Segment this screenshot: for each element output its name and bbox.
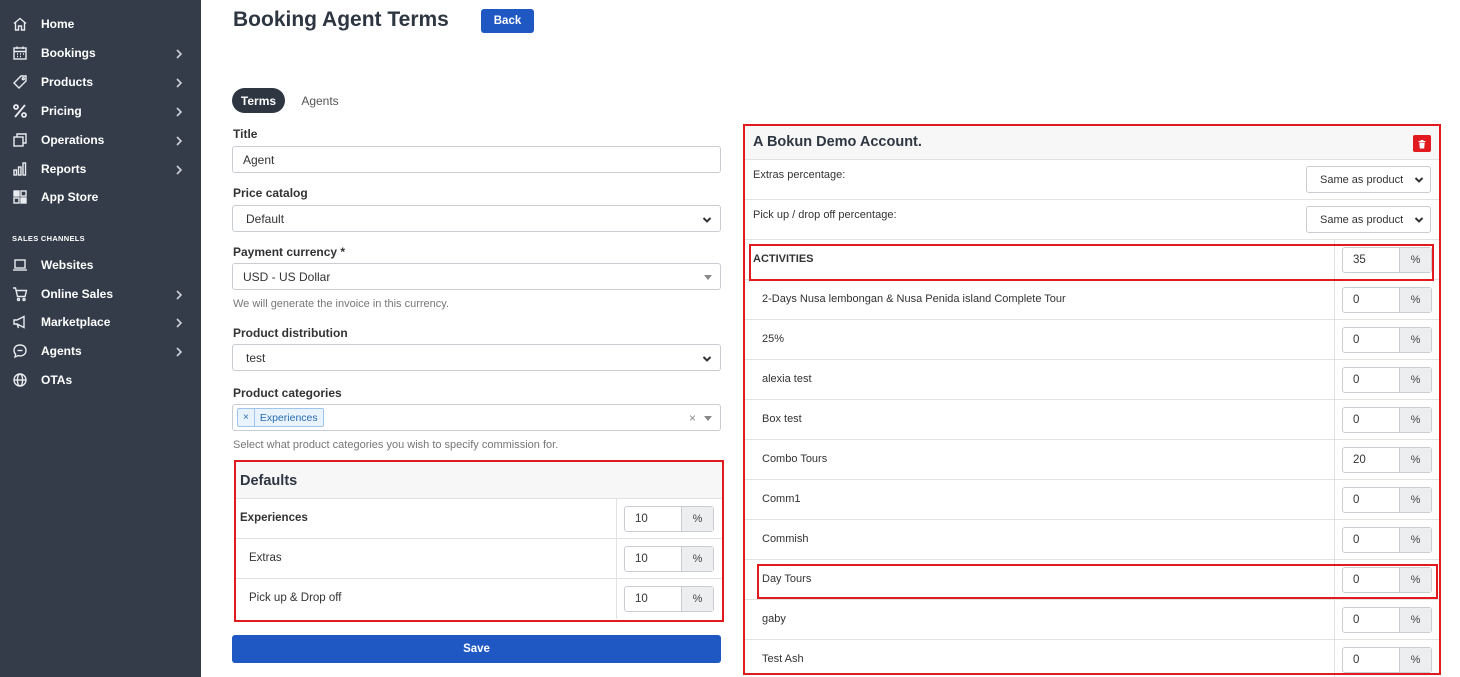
sidebar-item-label: Marketplace bbox=[41, 315, 111, 329]
back-button[interactable]: Back bbox=[481, 9, 534, 33]
chevron-down-icon bbox=[702, 214, 712, 224]
sidebar-item-bookings[interactable]: Bookings bbox=[0, 39, 201, 67]
tag-icon bbox=[12, 74, 28, 90]
megaphone-icon bbox=[12, 314, 28, 330]
title-input-value: Agent bbox=[243, 152, 275, 167]
price-catalog-value: Default bbox=[246, 211, 285, 226]
copy-icon bbox=[12, 132, 28, 148]
highlight-defaults bbox=[234, 460, 724, 622]
home-icon bbox=[12, 16, 28, 32]
sidebar-item-label: Agents bbox=[41, 344, 82, 358]
percent-icon bbox=[12, 103, 28, 119]
page-title: Booking Agent Terms bbox=[233, 8, 449, 31]
category-tag-label: Experiences bbox=[259, 411, 318, 424]
chevron-right-icon bbox=[173, 163, 185, 175]
chevron-right-icon bbox=[173, 76, 185, 88]
chevron-right-icon bbox=[173, 288, 185, 300]
category-tag-experiences: × Experiences bbox=[237, 408, 324, 427]
remove-tag-icon[interactable]: × bbox=[238, 409, 255, 426]
sidebar-item-label: Operations bbox=[41, 133, 105, 147]
chevron-right-icon bbox=[173, 345, 185, 357]
sidebar-item-agents[interactable]: Agents bbox=[0, 337, 201, 365]
chevron-down-icon bbox=[702, 353, 712, 363]
sidebar: Home Bookings Products Pricing Operation… bbox=[0, 0, 201, 677]
chat-icon bbox=[12, 343, 28, 359]
tab-agents[interactable]: Agents bbox=[296, 88, 344, 113]
sidebar-item-otas[interactable]: OTAs bbox=[0, 366, 201, 394]
payment-currency-select[interactable]: USD - US Dollar bbox=[232, 263, 721, 290]
sidebar-item-pricing[interactable]: Pricing bbox=[0, 97, 201, 125]
sidebar-item-label: Websites bbox=[41, 258, 94, 272]
chevron-right-icon bbox=[173, 134, 185, 146]
sidebar-item-label: Bookings bbox=[41, 46, 96, 60]
product-distribution-label: Product distribution bbox=[233, 326, 348, 340]
product-categories-help: Select what product categories you wish … bbox=[233, 439, 559, 451]
sidebar-item-label: Products bbox=[41, 75, 94, 89]
chevron-right-icon bbox=[173, 47, 185, 59]
bar-chart-icon bbox=[12, 161, 28, 177]
sidebar-item-home[interactable]: Home bbox=[0, 10, 201, 38]
chevron-right-icon bbox=[173, 105, 185, 117]
clear-selection-icon[interactable]: × bbox=[689, 411, 696, 425]
payment-currency-label: Payment currency * bbox=[233, 245, 346, 259]
price-catalog-select[interactable]: Default bbox=[232, 205, 721, 232]
sidebar-section-label: SALES CHANNELS bbox=[12, 234, 85, 243]
sidebar-item-label: Home bbox=[41, 17, 75, 31]
payment-currency-value: USD - US Dollar bbox=[243, 269, 331, 284]
sidebar-item-online-sales[interactable]: Online Sales bbox=[0, 280, 201, 308]
sidebar-item-operations[interactable]: Operations bbox=[0, 126, 201, 154]
grid-icon bbox=[12, 189, 28, 205]
sidebar-item-label: Reports bbox=[41, 162, 87, 176]
price-catalog-label: Price catalog bbox=[233, 186, 308, 200]
payment-currency-help: We will generate the invoice in this cur… bbox=[233, 298, 450, 310]
title-input[interactable]: Agent bbox=[232, 146, 721, 173]
globe-icon bbox=[12, 372, 28, 388]
highlight-day-tours-row bbox=[757, 564, 1438, 599]
product-distribution-value: test bbox=[246, 350, 266, 365]
title-label: Title bbox=[233, 127, 258, 141]
laptop-icon bbox=[12, 257, 28, 273]
sidebar-item-reports[interactable]: Reports bbox=[0, 155, 201, 183]
caret-down-icon bbox=[704, 275, 712, 280]
highlight-activities-row bbox=[749, 244, 1434, 281]
sidebar-item-label: Online Sales bbox=[41, 287, 114, 301]
sidebar-item-label: App Store bbox=[41, 190, 99, 204]
sidebar-item-app-store[interactable]: App Store bbox=[0, 183, 201, 211]
sidebar-item-products[interactable]: Products bbox=[0, 68, 201, 96]
sidebar-item-marketplace[interactable]: Marketplace bbox=[0, 308, 201, 336]
tab-terms[interactable]: Terms bbox=[232, 88, 285, 113]
chevron-right-icon bbox=[173, 316, 185, 328]
product-categories-label: Product categories bbox=[233, 386, 342, 400]
product-distribution-select[interactable]: test bbox=[232, 344, 721, 371]
calendar-icon bbox=[12, 45, 28, 61]
sidebar-item-websites[interactable]: Websites bbox=[0, 251, 201, 279]
sidebar-item-label: OTAs bbox=[41, 373, 73, 387]
save-button[interactable]: Save bbox=[232, 635, 721, 663]
caret-down-icon bbox=[704, 416, 712, 421]
cart-icon bbox=[12, 286, 28, 302]
sidebar-item-label: Pricing bbox=[41, 104, 82, 118]
